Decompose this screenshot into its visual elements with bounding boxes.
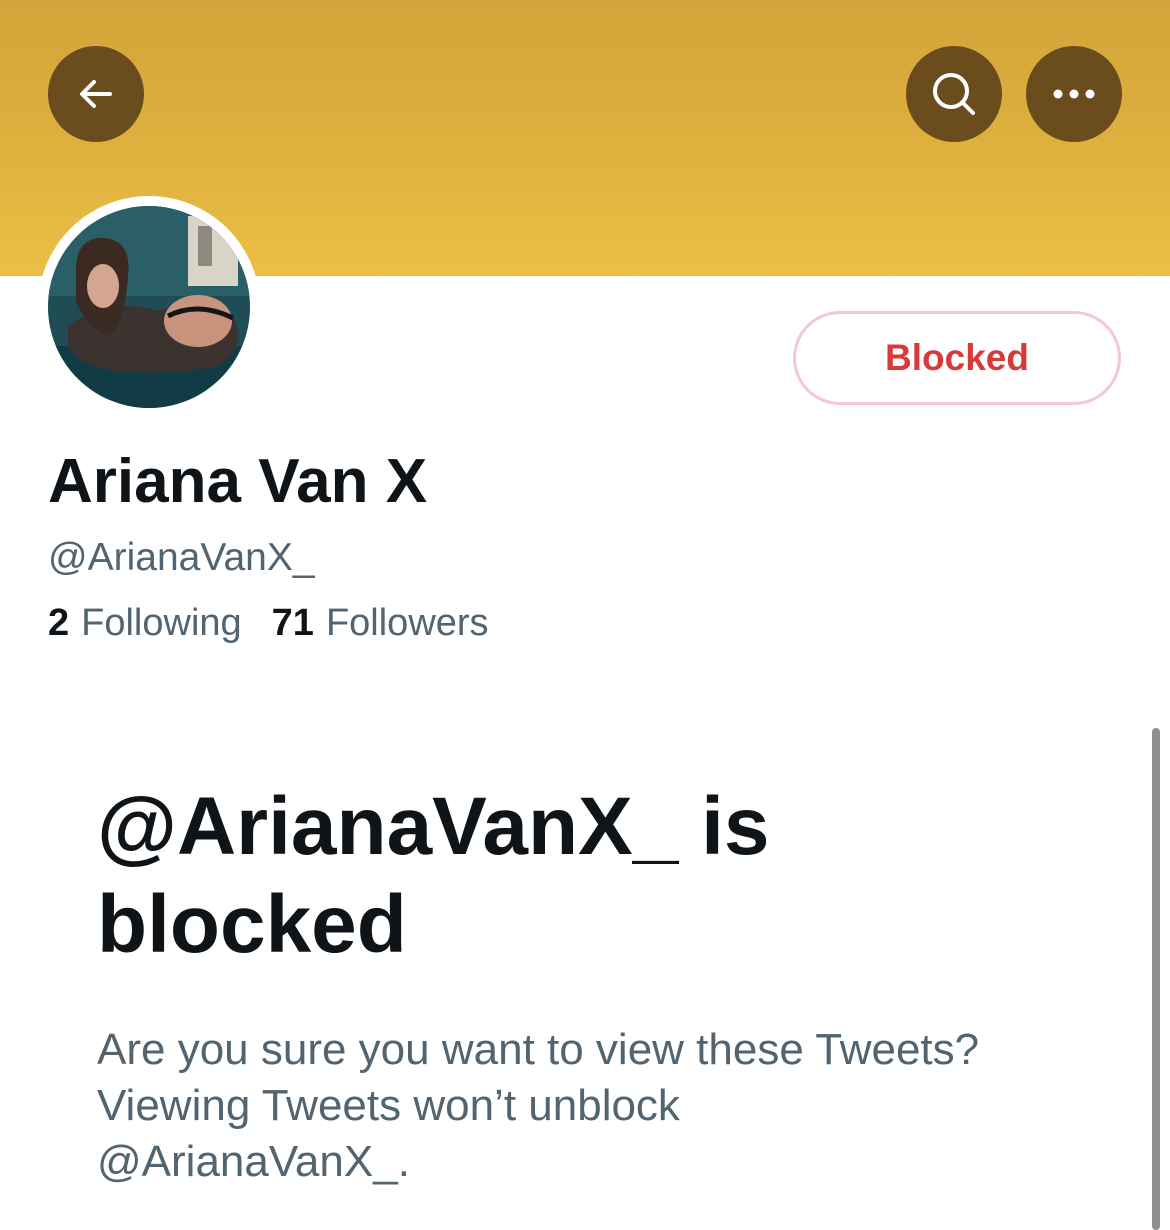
more-options-button[interactable] bbox=[1026, 46, 1122, 142]
blocked-notice-body: Are you sure you want to view these Twee… bbox=[97, 1022, 1097, 1190]
more-horizontal-icon bbox=[1050, 87, 1098, 101]
blocked-title-line-2: blocked bbox=[97, 879, 407, 970]
back-button[interactable] bbox=[48, 46, 144, 142]
following-count: 2 bbox=[48, 602, 70, 644]
blocked-body-line-2: Viewing Tweets won’t unblock bbox=[97, 1081, 680, 1130]
following-label: Following bbox=[81, 602, 242, 644]
arrow-left-icon bbox=[74, 72, 118, 116]
scrollbar[interactable] bbox=[1152, 728, 1160, 1230]
followers-count: 71 bbox=[271, 602, 314, 644]
followers-link[interactable]: 71 Followers bbox=[272, 602, 489, 645]
display-name: Ariana Van X bbox=[48, 447, 428, 516]
following-link[interactable]: 2 Following bbox=[48, 602, 242, 645]
blocked-button[interactable]: Blocked bbox=[793, 311, 1121, 405]
profile-handle: @ArianaVanX_ bbox=[48, 536, 315, 579]
profile-photo bbox=[48, 206, 250, 408]
search-icon bbox=[928, 68, 980, 120]
avatar-ring bbox=[38, 196, 260, 418]
followers-label: Followers bbox=[325, 602, 489, 644]
profile-page: Blocked Ariana Van X @ArianaVanX_ 2 Foll… bbox=[0, 0, 1170, 1230]
profile-stats: 2 Following 71 Followers bbox=[48, 602, 489, 645]
blocked-body-line-3: @ArianaVanX_. bbox=[97, 1137, 410, 1186]
blocked-body-line-1: Are you sure you want to view these Twee… bbox=[97, 1025, 980, 1074]
avatar[interactable] bbox=[48, 206, 250, 408]
search-button[interactable] bbox=[906, 46, 1002, 142]
blocked-notice-title: @ArianaVanX_ is blocked bbox=[97, 778, 1077, 974]
blocked-title-line-1: @ArianaVanX_ is bbox=[97, 781, 770, 872]
